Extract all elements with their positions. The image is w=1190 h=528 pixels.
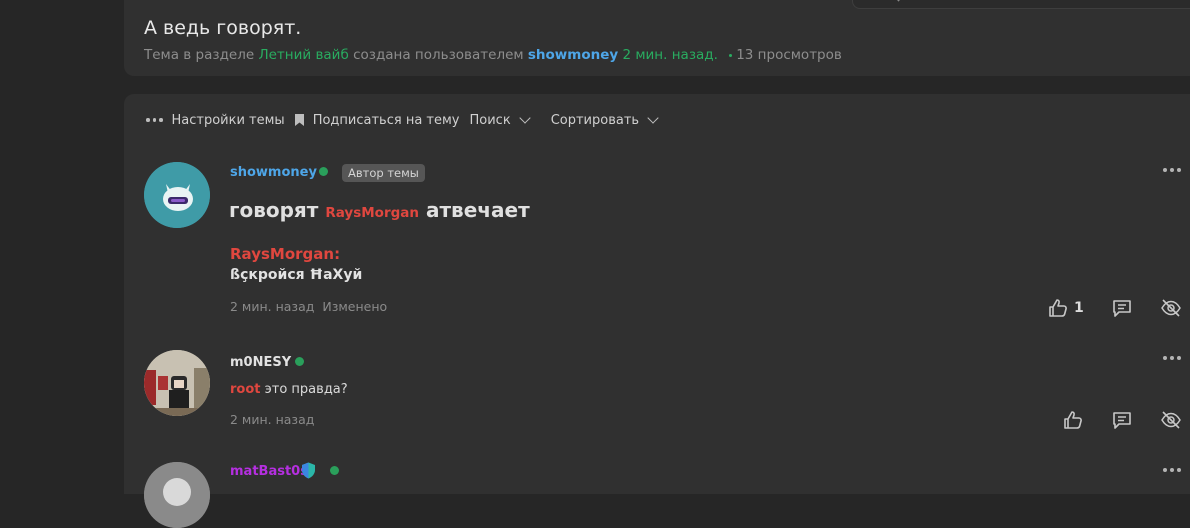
search-label: Поиск — [469, 112, 511, 128]
avatar-image — [144, 162, 210, 228]
online-status-icon — [295, 357, 304, 366]
post-author[interactable]: m0NESY — [230, 355, 291, 370]
post-title: говорят RaysMorgan атвечает — [229, 198, 530, 222]
bookmark-icon — [294, 114, 304, 126]
post-title-end: атвечает — [425, 198, 530, 222]
quote-author[interactable]: RaysMorgan: — [230, 245, 340, 263]
online-status-icon — [330, 466, 339, 475]
edited-label: Изменено — [322, 299, 388, 314]
avatar[interactable] — [144, 350, 210, 416]
avatar[interactable] — [144, 162, 210, 228]
like-icon[interactable] — [1047, 297, 1069, 319]
thread-meta: Тема в разделе Летний вайб создана польз… — [144, 47, 842, 63]
post-body: root это правда? — [230, 382, 348, 397]
section-link[interactable]: Летний вайб — [258, 47, 348, 63]
page-title: А ведь говорят. — [144, 17, 302, 39]
reply-icon[interactable] — [1111, 409, 1133, 431]
like-count: 1 — [1074, 300, 1084, 316]
shield-icon — [302, 462, 315, 479]
author-badge: Автор темы — [342, 164, 425, 182]
post-time[interactable]: 2 мин. назад — [230, 412, 314, 427]
post-menu-icon[interactable] — [1163, 356, 1181, 360]
subscribe-button[interactable]: Подписаться на тему — [285, 113, 460, 128]
top-dropdown[interactable] — [852, 0, 1190, 9]
thread-toolbar: Настройки темы Подписаться на тему Поиск… — [146, 111, 659, 129]
meta-prefix: Тема в разделе — [144, 47, 255, 63]
more-dots-icon — [146, 118, 163, 122]
post-menu-icon[interactable] — [1163, 468, 1181, 472]
chevron-down-icon — [647, 111, 659, 124]
sort-label: Сортировать — [550, 112, 640, 128]
post-author[interactable]: showmoney — [230, 165, 317, 180]
post-author[interactable]: matBast0s — [230, 464, 308, 479]
avatar[interactable] — [144, 462, 210, 528]
author-link[interactable]: showmoney — [528, 47, 618, 63]
subscribe-label: Подписаться на тему — [312, 112, 460, 128]
search-dropdown[interactable]: Поиск — [469, 111, 531, 128]
meta-created: создана пользователем — [353, 47, 524, 63]
hide-icon[interactable] — [1160, 297, 1182, 319]
quote-text: ßçкройся ĦаХуй — [230, 267, 363, 283]
thread-settings-label: Настройки темы — [171, 112, 285, 128]
posts-container — [124, 94, 1190, 494]
post-title-start: говорят — [229, 198, 319, 222]
post-text: это правда? — [264, 382, 348, 397]
meta-separator — [729, 53, 733, 57]
user-mention[interactable]: root — [230, 382, 261, 397]
hide-icon[interactable] — [1160, 409, 1182, 431]
avatar-image — [144, 350, 210, 416]
thread-time: 2 мин. назад. — [622, 47, 718, 63]
sort-dropdown[interactable]: Сортировать — [550, 111, 659, 128]
post-meta: 2 мин. назад Изменено — [230, 299, 387, 314]
post-menu-icon[interactable] — [1163, 168, 1181, 172]
online-status-icon — [319, 167, 328, 176]
user-mention[interactable]: RaysMorgan — [325, 205, 419, 221]
views-count: 13 просмотров — [736, 47, 842, 63]
avatar-image — [144, 462, 210, 528]
like-icon[interactable] — [1062, 409, 1084, 431]
chevron-down-icon — [893, 0, 904, 2]
reply-icon[interactable] — [1111, 297, 1133, 319]
thread-settings-button[interactable]: Настройки темы — [146, 113, 285, 128]
chevron-down-icon — [519, 111, 531, 124]
post-time[interactable]: 2 мин. назад — [230, 299, 314, 314]
